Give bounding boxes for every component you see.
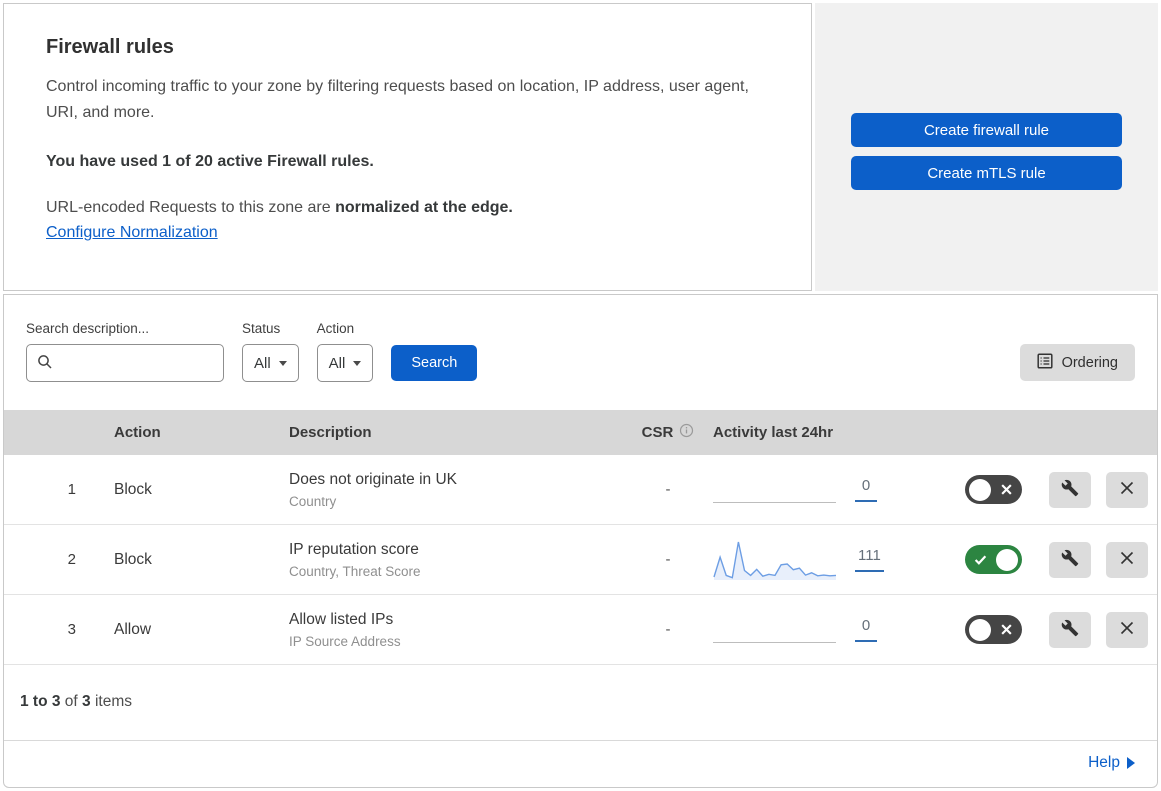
create-firewall-rule-button[interactable]: Create firewall rule (851, 113, 1122, 147)
chevron-down-icon (278, 360, 287, 366)
ordering-button[interactable]: Ordering (1019, 344, 1135, 381)
status-selected-value: All (254, 354, 271, 372)
items-of-text: of (64, 693, 78, 710)
create-mtls-rule-button[interactable]: Create mTLS rule (851, 156, 1122, 190)
edit-rule-button[interactable] (1049, 471, 1091, 508)
activity-cell: 0 (713, 608, 943, 652)
wrench-icon (1061, 619, 1079, 640)
activity-count-link[interactable]: 0 (855, 477, 877, 502)
info-icon[interactable] (679, 423, 694, 442)
firewall-rules-page: Firewall rules Control incoming traffic … (0, 0, 1161, 791)
table-row: 2 Block IP reputation score Country, Thr… (4, 525, 1157, 595)
column-header-action: Action (114, 424, 161, 441)
pagination-summary: 1 to 3 of 3 items (4, 665, 1157, 735)
activity-sparkline (713, 468, 838, 512)
rule-enabled-toggle[interactable] (964, 545, 1022, 574)
filter-bar: Search description... Status All Action … (4, 295, 1157, 410)
action-label: Action (316, 321, 355, 336)
sparkline-flat-line (713, 641, 836, 643)
rule-number: 2 (67, 551, 76, 568)
toggle-on-check-icon (974, 553, 987, 569)
rule-csr-value: - (665, 551, 671, 568)
status-label: Status (242, 321, 281, 336)
delete-rule-button[interactable] (1106, 541, 1148, 578)
rule-enabled-toggle[interactable] (964, 475, 1022, 504)
status-dropdown[interactable]: All (242, 344, 299, 382)
column-header-description: Description (289, 424, 372, 441)
close-icon (1119, 480, 1135, 499)
rule-action: Block (114, 550, 152, 568)
toggle-off-x-icon (1000, 623, 1013, 639)
search-button[interactable]: Search (391, 345, 478, 381)
sparkline-flat-line (713, 501, 836, 503)
activity-count-link[interactable]: 0 (855, 617, 877, 642)
activity-cell: 111 (713, 538, 943, 582)
action-filter-group: Action All (316, 321, 374, 382)
help-link-label: Help (1088, 754, 1120, 771)
search-icon (37, 354, 53, 375)
delete-rule-button[interactable] (1106, 611, 1148, 648)
items-total: 3 (82, 693, 91, 710)
items-label: items (94, 693, 133, 710)
configure-normalization-link[interactable]: Configure Normalization (46, 224, 218, 242)
normalization-bold-text: normalized at the edge. (335, 198, 513, 216)
close-icon (1119, 550, 1135, 569)
ordering-button-label: Ordering (1061, 354, 1118, 371)
rule-action: Allow (114, 620, 152, 638)
status-filter-group: Status All (242, 321, 299, 382)
rules-panel: Search description... Status All Action … (3, 294, 1158, 788)
action-dropdown[interactable]: All (316, 344, 374, 382)
rule-description: Does not originate in UK (289, 470, 458, 488)
toggle-knob (995, 548, 1018, 571)
rule-fields: IP Source Address (289, 633, 401, 649)
search-input[interactable] (26, 344, 224, 382)
column-header-activity: Activity last 24hr (713, 424, 834, 441)
ordering-list-icon (1037, 352, 1053, 373)
activity-cell: 0 (713, 468, 943, 512)
delete-rule-button[interactable] (1106, 471, 1148, 508)
table-header: Action Description CSR Activity last 24h… (4, 410, 1157, 455)
chevron-down-icon (353, 360, 362, 366)
intro-card: Firewall rules Control incoming traffic … (3, 3, 812, 291)
help-link[interactable]: Help (1088, 754, 1135, 772)
wrench-icon (1061, 479, 1079, 500)
edit-rule-button[interactable] (1049, 611, 1091, 648)
normalization-notice: URL-encoded Requests to this zone are no… (46, 199, 769, 217)
rule-fields: Country, Threat Score (289, 563, 421, 579)
edit-rule-button[interactable] (1049, 541, 1091, 578)
activity-sparkline (713, 538, 838, 582)
top-section: Firewall rules Control incoming traffic … (3, 3, 1158, 291)
column-header-csr: CSR (623, 423, 713, 442)
rule-action: Block (114, 480, 152, 498)
activity-count-link[interactable]: 111 (855, 547, 884, 572)
search-group: Search description... (26, 321, 224, 382)
activity-sparkline (713, 608, 838, 652)
close-icon (1119, 620, 1135, 639)
action-selected-value: All (328, 354, 346, 372)
rule-fields: Country (289, 493, 337, 509)
search-label: Search description... (26, 321, 150, 336)
page-description: Control incoming traffic to your zone by… (46, 78, 749, 121)
table-row: 1 Block Does not originate in UK Country… (4, 455, 1157, 525)
table-row: 3 Allow Allow listed IPs IP Source Addre… (4, 595, 1157, 665)
page-title: Firewall rules (46, 36, 174, 58)
rule-csr-value: - (665, 481, 671, 498)
csr-header-label: CSR (641, 424, 674, 441)
rule-description: IP reputation score (289, 540, 419, 558)
help-arrow-icon (1127, 757, 1135, 769)
rule-description: Allow listed IPs (289, 610, 394, 628)
actions-panel: Create firewall rule Create mTLS rule (815, 3, 1158, 291)
rule-number: 1 (67, 481, 76, 498)
help-row: Help (4, 740, 1157, 787)
wrench-icon (1061, 549, 1079, 570)
usage-notice: You have used 1 of 20 active Firewall ru… (46, 152, 374, 170)
rule-number: 3 (67, 621, 76, 638)
normalization-text: URL-encoded Requests to this zone are (46, 198, 336, 216)
rule-csr-value: - (665, 621, 671, 638)
toggle-knob (968, 478, 991, 501)
toggle-knob (968, 618, 991, 641)
toggle-off-x-icon (1000, 483, 1013, 499)
items-range: 1 to 3 (20, 693, 61, 710)
rule-enabled-toggle[interactable] (964, 615, 1022, 644)
